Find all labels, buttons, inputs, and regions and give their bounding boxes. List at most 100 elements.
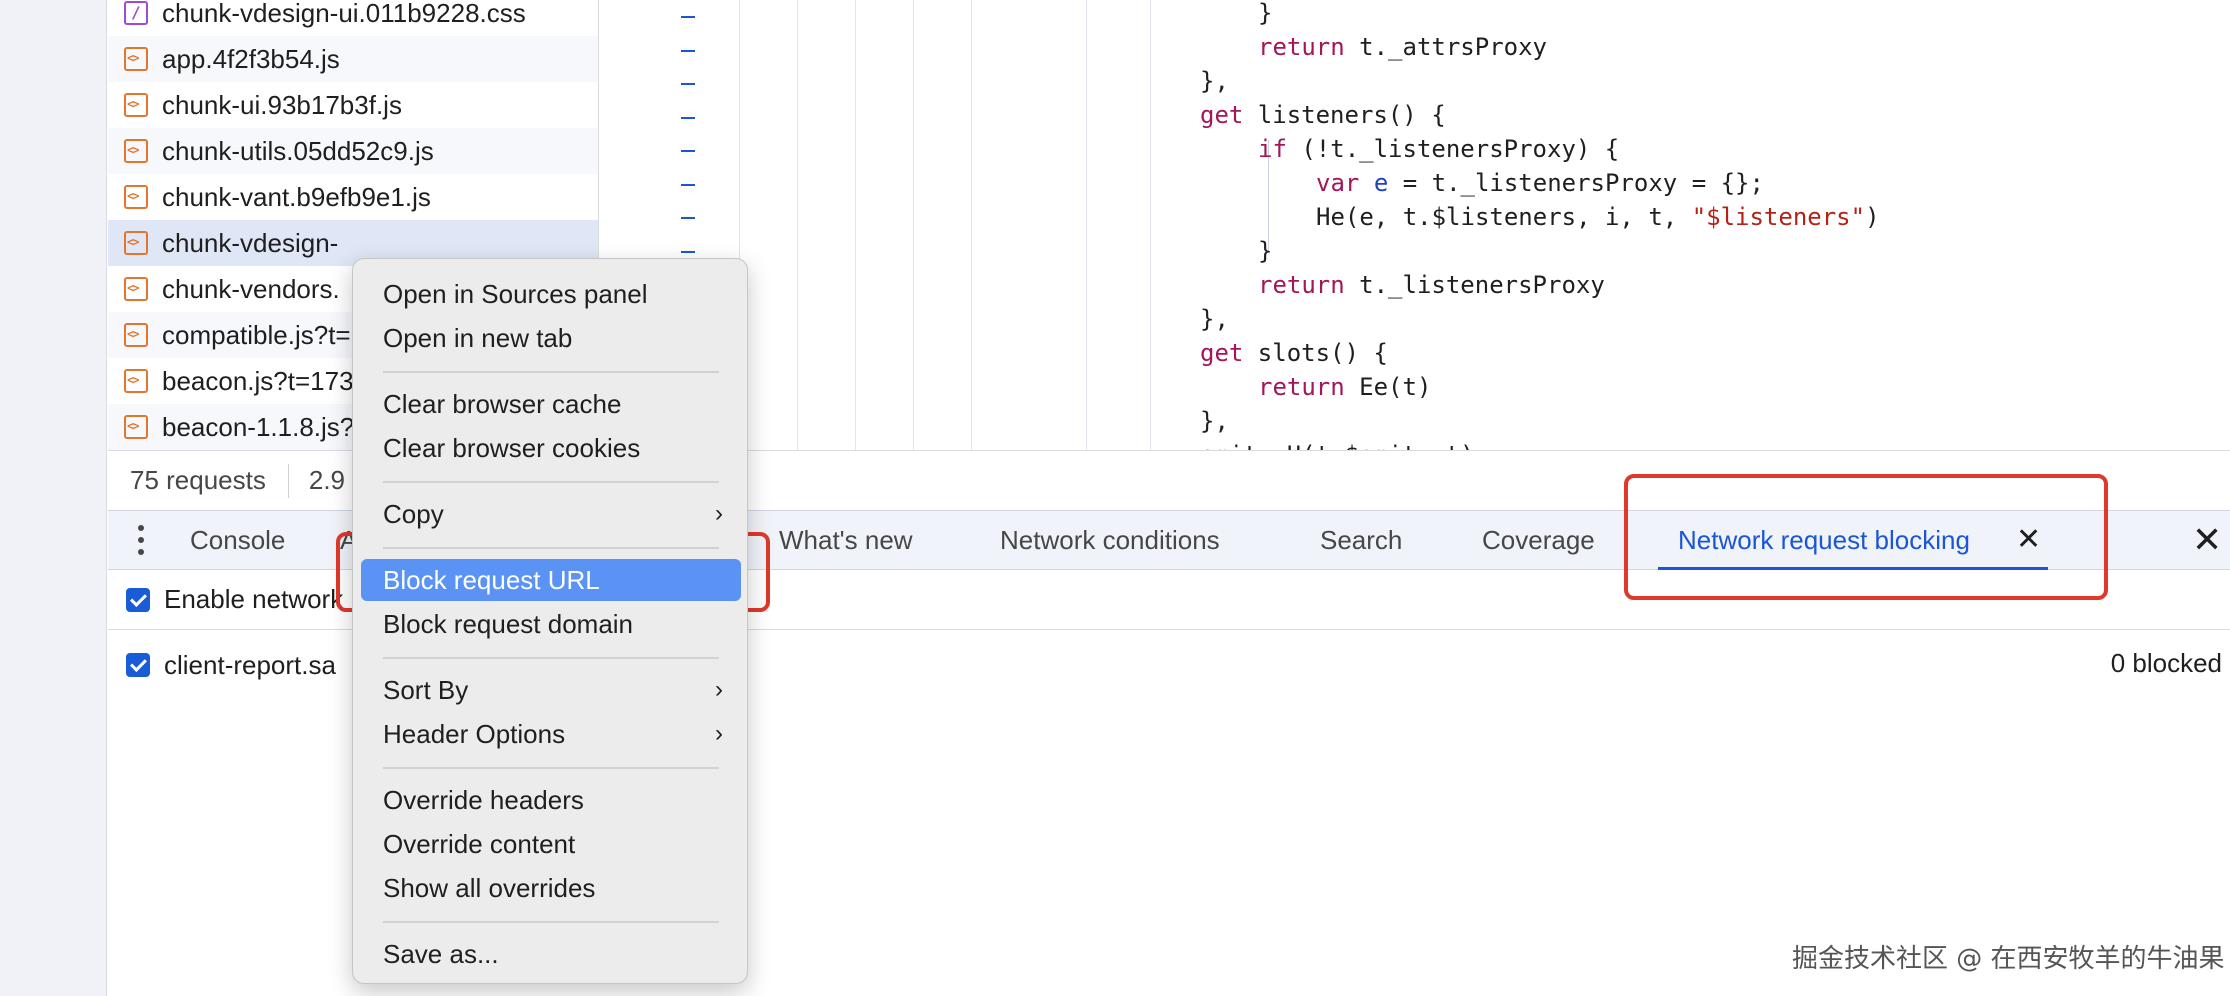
menu-item-copy[interactable]: Copy › xyxy=(361,493,741,535)
code-token: }, xyxy=(1200,407,1229,435)
code-token: He(e, t.$listeners, i, t, xyxy=(1316,203,1692,231)
code-token: if xyxy=(1258,135,1287,163)
waterfall-marker xyxy=(681,49,695,52)
waterfall-marker xyxy=(681,250,695,253)
chevron-right-icon: › xyxy=(715,720,723,747)
menu-item-label: Block request domain xyxy=(383,609,634,639)
menu-item-header-options[interactable]: Header Options › xyxy=(361,713,741,755)
chevron-right-icon: › xyxy=(715,676,723,703)
request-row[interactable]: chunk-utils.05dd52c9.js xyxy=(108,128,598,174)
waterfall-marker xyxy=(681,183,695,186)
menu-item-sort-by[interactable]: Sort By › xyxy=(361,669,741,711)
waterfall-marker xyxy=(681,16,695,18)
menu-separator xyxy=(383,767,719,769)
watermark: 掘金技术社区 @ 在西安牧羊的牛油果 xyxy=(1792,944,2225,974)
menu-item-label: Save as... xyxy=(383,939,499,969)
left-gutter xyxy=(0,0,107,996)
stylesheet-file-icon xyxy=(124,1,148,25)
script-file-icon xyxy=(124,231,148,255)
enable-blocking-label: Enable network xyxy=(164,584,344,614)
script-file-icon xyxy=(124,415,148,439)
code-editor[interactable]: } return t._attrsProxy}, get listeners() {… xyxy=(1050,0,2230,450)
menu-item-override-content[interactable]: Override content xyxy=(361,823,741,865)
code-line: get listeners() { xyxy=(1200,98,1446,132)
waterfall-gridline xyxy=(797,0,798,450)
menu-item-block-request-domain[interactable]: Block request domain xyxy=(361,603,741,645)
code-token: listeners() { xyxy=(1243,101,1446,129)
waterfall-gridline xyxy=(971,0,972,450)
menu-item-save-as[interactable]: Save as... xyxy=(361,933,741,975)
menu-separator xyxy=(383,657,719,659)
request-name: chunk-ui.93b17b3f.js xyxy=(162,89,402,120)
menu-item-label: Show all overrides xyxy=(383,873,596,903)
code-token: t._attrsProxy xyxy=(1344,33,1547,61)
tab-coverage[interactable]: Coverage xyxy=(1482,511,1595,569)
menu-item-show-all-overrides[interactable]: Show all overrides xyxy=(361,867,741,909)
enable-blocking-checkbox[interactable] xyxy=(126,587,150,612)
menu-item-label: Clear browser cache xyxy=(383,389,622,419)
code-token: var xyxy=(1316,169,1360,197)
menu-item-label: Copy xyxy=(383,499,444,529)
code-token: Ee(t) xyxy=(1344,373,1432,401)
code-line: return t._listenersProxy xyxy=(1258,268,1605,302)
script-file-icon xyxy=(124,93,148,117)
code-token: } xyxy=(1258,237,1273,265)
code-token: get xyxy=(1200,339,1244,367)
request-row[interactable]: chunk-ui.93b17b3f.js xyxy=(108,82,598,128)
transferred-size: 2.9 xyxy=(308,465,346,495)
request-name: compatible.js?t= xyxy=(162,319,351,350)
tab-whats-new[interactable]: What's new xyxy=(779,511,913,569)
waterfall-gridline xyxy=(855,0,856,450)
menu-separator xyxy=(383,371,719,373)
code-token: }, xyxy=(1200,305,1229,333)
script-file-icon xyxy=(124,47,148,71)
tab-console[interactable]: Console xyxy=(190,511,285,569)
code-token: e xyxy=(1373,169,1389,197)
drawer-close-icon[interactable]: ✕ xyxy=(2192,511,2222,569)
request-row[interactable]: chunk-vdesign-ui.011b9228.css xyxy=(108,0,598,36)
request-name: app.4f2f3b54.js xyxy=(162,43,340,74)
menu-item-label: Block request URL xyxy=(383,565,600,595)
menu-separator xyxy=(383,547,719,549)
waterfall-gridline xyxy=(913,0,914,450)
menu-item-open-in-sources-panel[interactable]: Open in Sources panel xyxy=(361,273,741,315)
code-line: }, xyxy=(1200,64,1229,98)
menu-item-label: Sort By xyxy=(383,675,469,705)
context-menu: Open in Sources panel Open in new tab Clea… xyxy=(352,258,748,984)
request-name: chunk-utils.05dd52c9.js xyxy=(162,135,434,166)
code-token: }, xyxy=(1200,67,1229,95)
code-token: "$listeners" xyxy=(1691,203,1866,231)
code-line: emit: U(t.$emit, t) xyxy=(1200,438,1475,450)
menu-item-label: Override headers xyxy=(383,785,584,815)
menu-item-label: Header Options xyxy=(383,719,566,749)
code-line: return t._attrsProxy xyxy=(1258,30,1547,64)
script-file-icon xyxy=(124,369,148,393)
code-token: return xyxy=(1258,33,1345,61)
request-name: beacon-1.1.8.js? xyxy=(162,411,355,442)
request-name: chunk-vant.b9efb9e1.js xyxy=(162,181,431,212)
script-file-icon xyxy=(124,139,148,163)
code-line: } xyxy=(1258,234,1272,268)
request-row[interactable]: chunk-vant.b9efb9e1.js xyxy=(108,174,598,220)
tab-network-conditions[interactable]: Network conditions xyxy=(1000,511,1220,569)
code-line: He(e, t.$listeners, i, t, "$listeners") xyxy=(1316,200,1880,234)
menu-item-open-in-new-tab[interactable]: Open in new tab xyxy=(361,317,741,359)
rule-enabled-checkbox[interactable] xyxy=(126,653,150,677)
code-token: get xyxy=(1200,101,1244,129)
waterfall-marker xyxy=(681,150,695,152)
status-divider xyxy=(287,463,289,498)
more-tabs-icon[interactable] xyxy=(138,525,146,557)
tab-search[interactable]: Search xyxy=(1320,511,1402,569)
menu-item-clear-browser-cache[interactable]: Clear browser cache xyxy=(361,383,741,425)
menu-item-block-request-url[interactable]: Block request URL xyxy=(361,559,741,601)
request-row[interactable]: app.4f2f3b54.js xyxy=(108,36,598,82)
code-token: return xyxy=(1258,373,1345,401)
code-line: var e = t._listenersProxy = {}; xyxy=(1316,166,1764,200)
request-name: chunk-vendors. xyxy=(162,273,340,304)
menu-item-override-headers[interactable]: Override headers xyxy=(361,779,741,821)
request-count: 75 requests xyxy=(130,465,266,495)
code-token: emit: U(t.$emit, t) xyxy=(1200,441,1475,450)
menu-item-clear-browser-cookies[interactable]: Clear browser cookies xyxy=(361,427,741,469)
code-line: }, xyxy=(1200,302,1229,336)
